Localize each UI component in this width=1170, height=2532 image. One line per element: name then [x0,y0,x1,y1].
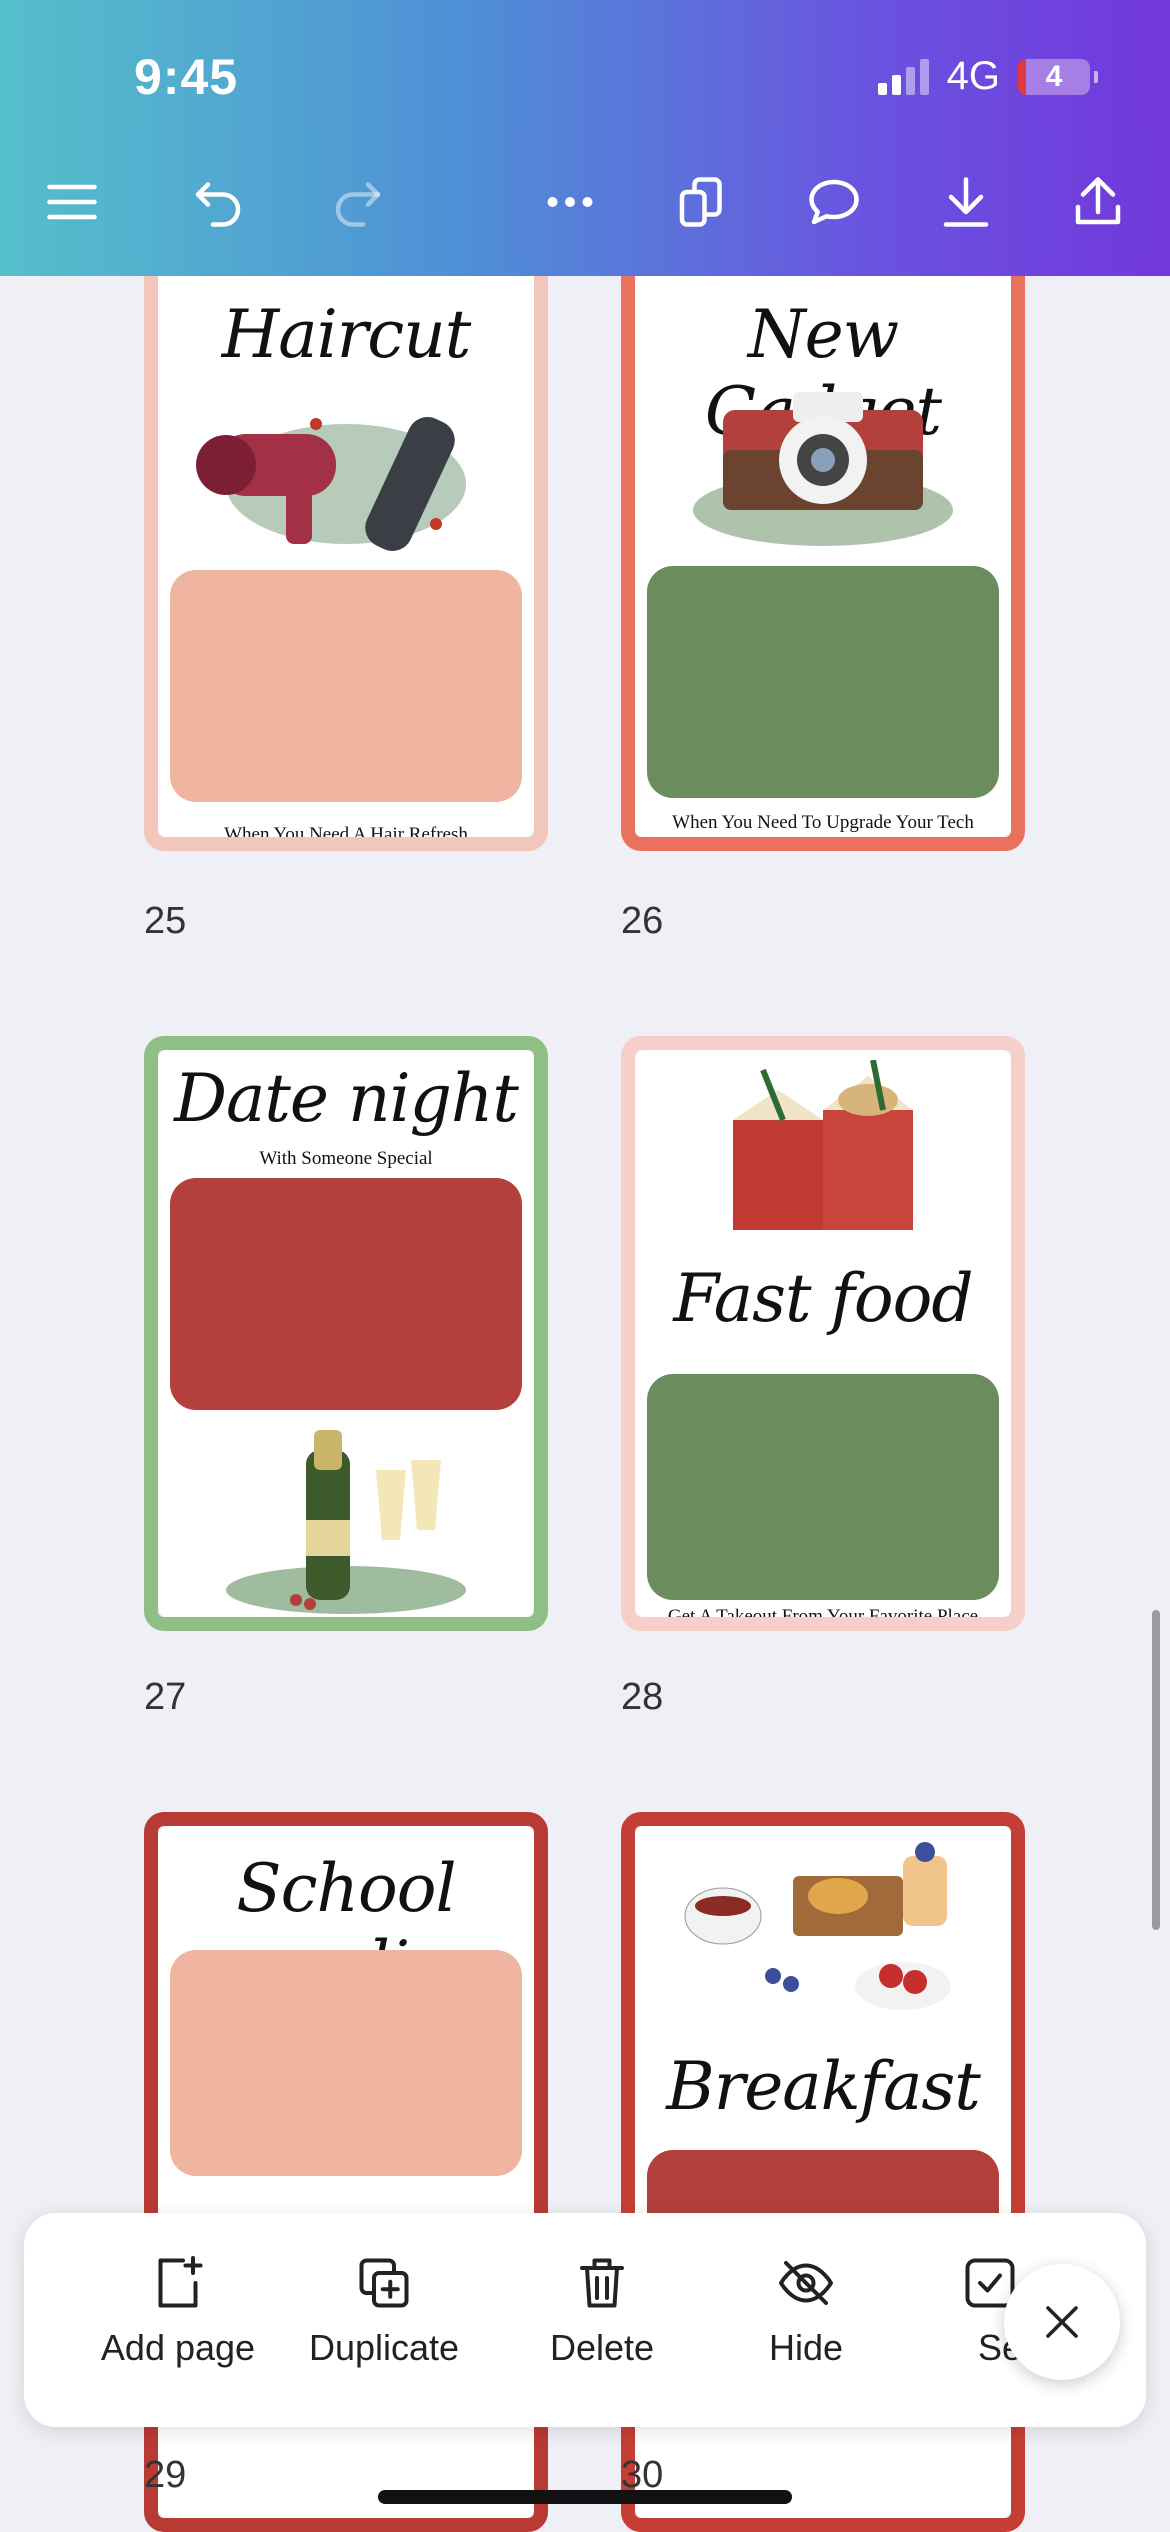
page-number-28: 28 [621,1676,664,1718]
camera-illustration [693,392,953,546]
redo-icon [326,170,390,234]
page-subtitle: Get A Takeout From Your Favorite Place [667,1606,979,1617]
eye-slash-icon [779,2261,833,2305]
page-title: Fast food [673,1260,973,1337]
share-icon[interactable] [1066,170,1130,234]
network-type: 4G [946,54,1000,98]
page-number-26: 26 [621,900,664,942]
page-title: Haircut [221,296,472,373]
pages-icon[interactable] [670,170,734,234]
comment-icon[interactable] [802,170,866,234]
page-number-27: 27 [144,1676,187,1718]
page-actions-bar: Add page Duplicate Delete Hide Sel [24,2213,1146,2427]
page-thumbnail-28[interactable]: Fast food Get A Takeout From Your Favori… [621,1036,1025,1631]
page-title: Date night [174,1060,519,1137]
page-number-25: 25 [144,900,187,942]
menu-icon[interactable] [40,170,104,234]
home-indicator [378,2490,792,2504]
select-label: Sel [978,2327,1020,2368]
delete-label: Delete [549,2327,655,2368]
add-page-button[interactable]: Add page [78,2253,278,2369]
trash-icon [580,2258,624,2308]
hair-dryer-clipper-illustration [196,416,466,552]
signal-icon [877,58,929,95]
status-time: 9:45 [134,49,239,105]
scrollbar[interactable] [1152,1610,1160,1930]
pages-grid: Haircut When You Need A Hair Refresh 25 … [0,276,1170,2532]
hide-label: Hide [768,2327,844,2368]
download-icon[interactable] [934,170,998,234]
add-page-icon [158,2256,203,2308]
battery-icon: 4 [1018,58,1098,95]
page-thumbnail-26[interactable]: New Gadget When You Need To Upgrade Your… [621,276,1025,851]
app-header: 9:45 4G 4 [0,0,1170,276]
page-subtitle: When You Need A Hair Refresh [224,824,468,837]
status-indicators: 4G 4 [877,54,1098,99]
page-title: Breakfast [666,2048,981,2125]
close-button[interactable] [1004,2264,1120,2380]
more-icon[interactable] [538,170,602,234]
champagne-illustration [226,1430,466,1614]
hide-button[interactable]: Hide [706,2253,906,2369]
page-subtitle: With Someone Special [259,1148,433,1169]
breakfast-illustration [684,1842,951,2010]
page-subtitle: When You Need To Upgrade Your Tech [672,812,974,833]
battery-level: 4 [1045,59,1063,93]
select-button[interactable]: Sel [910,2253,1020,2369]
close-icon [1046,2306,1078,2338]
delete-button[interactable]: Delete [502,2253,702,2369]
page-thumbnail-27[interactable]: Date night With Someone Special [144,1036,548,1631]
page-thumbnail-25[interactable]: Haircut When You Need A Hair Refresh [144,276,548,851]
editor-toolbar [0,160,1170,244]
undo-icon[interactable] [186,170,250,234]
page-number-29: 29 [144,2454,187,2496]
takeout-food-illustration [733,1060,913,1230]
duplicate-icon [359,2258,409,2308]
duplicate-button[interactable]: Duplicate [284,2253,484,2369]
add-page-label: Add page [100,2327,256,2368]
duplicate-label: Duplicate [308,2327,460,2368]
